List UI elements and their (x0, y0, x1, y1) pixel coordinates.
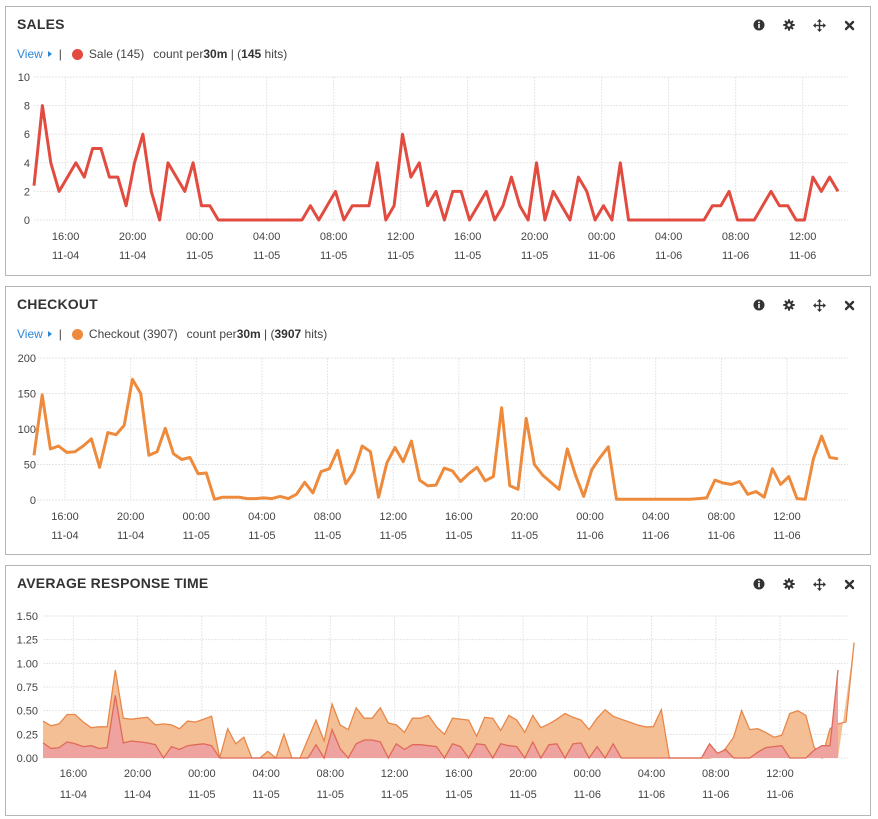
x-tick-time: 20:00 (119, 231, 147, 243)
x-tick-time: 08:00 (320, 231, 348, 243)
x-tick-date: 11-05 (317, 789, 344, 801)
x-tick-date: 11-06 (638, 789, 665, 801)
x-tick-date: 11-05 (186, 250, 213, 262)
x-tick-time: 04:00 (642, 511, 670, 523)
y-tick-label: 150 (18, 389, 36, 401)
x-tick-time: 04:00 (638, 768, 666, 780)
x-tick-date: 11-04 (52, 250, 79, 262)
response-time-chart: 0.00 0.25 0.50 0.75 1.00 1.25 1.50 16:00 11-04 20… (17, 611, 855, 801)
x-tick-date: 11-05 (314, 530, 341, 542)
y-tick-label: 0 (24, 215, 30, 227)
x-tick-time: 08:00 (314, 511, 342, 523)
x-tick-date: 11-04 (124, 789, 151, 801)
series-line-checkout (32, 377, 839, 501)
x-tick-time: 08:00 (702, 768, 730, 780)
y-tick-label: 0.75 (17, 682, 38, 694)
x-tick-time: 00:00 (188, 768, 216, 780)
x-tick-date: 11-04 (60, 789, 87, 801)
y-tick-label: 6 (24, 129, 30, 141)
y-tick-label: 4 (24, 158, 30, 170)
x-tick-date: 11-06 (773, 530, 800, 542)
x-tick-time: 08:00 (722, 231, 750, 243)
y-tick-label: 200 (18, 353, 36, 365)
y-tick-label: 50 (24, 460, 36, 472)
x-tick-time: 20:00 (124, 768, 152, 780)
x-tick-date: 11-05 (509, 789, 536, 801)
x-tick-time: 00:00 (183, 511, 211, 523)
series-area-total (43, 642, 855, 758)
x-tick-time: 04:00 (655, 231, 683, 243)
x-tick-date: 11-06 (574, 789, 601, 801)
x-tick-time: 00:00 (588, 231, 616, 243)
x-tick-time: 08:00 (317, 768, 345, 780)
y-tick-label: 1.00 (17, 658, 38, 670)
x-tick-time: 12:00 (773, 511, 801, 523)
x-tick-time: 20:00 (509, 768, 537, 780)
x-tick-date: 11-05 (188, 789, 215, 801)
y-tick-label: 8 (24, 101, 30, 113)
y-tick-label: 0.25 (17, 729, 38, 741)
sales-chart: 0 2 4 6 8 10 16:00 11-04 20:00 11-04 00:00 11-05 04:… (18, 72, 848, 262)
y-tick-label: 2 (24, 186, 30, 198)
x-tick-time: 00:00 (576, 511, 604, 523)
x-tick-date: 11-06 (702, 789, 729, 801)
x-tick-date: 11-06 (588, 250, 615, 262)
x-tick-date: 11-05 (445, 789, 472, 801)
x-tick-time: 00:00 (574, 768, 602, 780)
x-tick-date: 11-05 (454, 250, 481, 262)
x-tick-time: 16:00 (445, 511, 473, 523)
x-tick-date: 11-04 (117, 530, 144, 542)
x-tick-date: 11-06 (708, 530, 735, 542)
x-tick-time: 16:00 (445, 768, 473, 780)
x-tick-time: 20:00 (117, 511, 145, 523)
y-tick-label: 10 (18, 72, 30, 84)
x-tick-date: 11-05 (183, 530, 210, 542)
x-tick-time: 00:00 (186, 231, 214, 243)
x-tick-date: 11-05 (521, 250, 548, 262)
y-tick-label: 0.00 (17, 753, 38, 765)
x-tick-time: 20:00 (511, 511, 539, 523)
x-tick-date: 11-06 (722, 250, 749, 262)
y-tick-label: 1.25 (17, 635, 38, 647)
checkout-chart: 0 50 100 150 200 16:00 11-04 20:00 11-04 00:00 11-… (18, 353, 848, 542)
x-tick-date: 11-05 (511, 530, 538, 542)
x-tick-date: 11-06 (655, 250, 682, 262)
grid (34, 357, 848, 501)
x-tick-time: 16:00 (51, 511, 79, 523)
x-tick-time: 16:00 (454, 231, 482, 243)
y-tick-label: 1.50 (17, 611, 38, 623)
x-tick-time: 20:00 (521, 231, 549, 243)
response-time-panel: AVERAGE RESPONSE TIME 0.00 0.25 0.50 0.75 1.… (5, 565, 871, 816)
x-tick-date: 11-05 (445, 530, 472, 542)
checkout-panel: CHECKOUT View | Checkout (3907) count pe… (5, 286, 871, 555)
x-tick-date: 11-06 (642, 530, 669, 542)
x-tick-date: 11-04 (119, 250, 146, 262)
x-tick-time: 16:00 (60, 768, 88, 780)
y-tick-label: 100 (18, 424, 36, 436)
x-tick-date: 11-06 (789, 250, 816, 262)
x-tick-date: 11-05 (380, 530, 407, 542)
x-tick-time: 12:00 (379, 511, 407, 523)
x-tick-time: 16:00 (52, 231, 80, 243)
y-tick-label: 0.50 (17, 706, 38, 718)
x-tick-date: 11-05 (248, 530, 275, 542)
sales-panel: SALES View | Sale (145) count per 30m | … (5, 6, 871, 276)
x-tick-time: 12:00 (387, 231, 415, 243)
x-tick-time: 12:00 (381, 768, 409, 780)
x-tick-time: 08:00 (708, 511, 736, 523)
y-tick-label: 0 (30, 495, 36, 507)
x-tick-date: 11-06 (766, 789, 793, 801)
x-tick-date: 11-05 (253, 250, 280, 262)
x-tick-date: 11-05 (320, 250, 347, 262)
x-tick-time: 04:00 (253, 231, 281, 243)
x-tick-date: 11-05 (387, 250, 414, 262)
x-tick-date: 11-05 (381, 789, 408, 801)
x-tick-time: 04:00 (248, 511, 276, 523)
x-tick-date: 11-05 (252, 789, 279, 801)
x-tick-time: 04:00 (252, 768, 280, 780)
x-tick-date: 11-06 (576, 530, 603, 542)
x-tick-time: 12:00 (789, 231, 817, 243)
x-tick-date: 11-04 (51, 530, 78, 542)
x-tick-time: 12:00 (766, 768, 794, 780)
